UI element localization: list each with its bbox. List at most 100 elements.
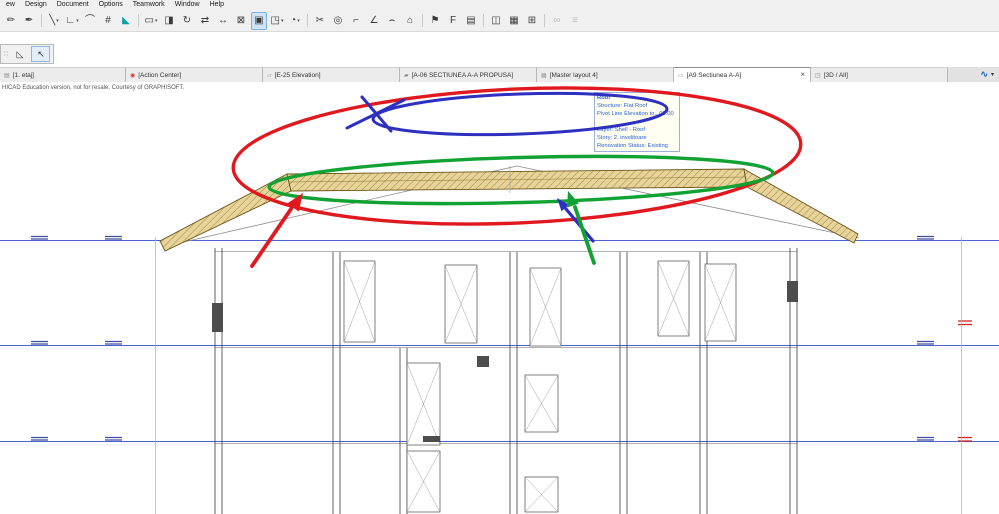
tab-3d-all[interactable]: ◳ [3D / All] <box>811 67 948 82</box>
pen-tool[interactable]: ✒ <box>21 12 37 30</box>
fillet-tool-icon: ⌢ <box>388 14 396 26</box>
story-tool[interactable]: ▤ <box>463 12 479 30</box>
label-tool-icon: F <box>449 14 457 26</box>
arch-tool-icon: ⌂ <box>406 14 414 26</box>
tab-master-layout-4[interactable]: ▦ [Master layout 4] <box>537 67 674 82</box>
tab-controls: ∿ ▾ <box>975 67 999 82</box>
toolbar-drag-handle[interactable]: ∷ <box>4 50 8 58</box>
arc-tool-icon: ⌒ <box>85 14 95 26</box>
selection-frame-tool-icon: ▣ <box>254 14 264 26</box>
grid-snap-tool[interactable]: # <box>100 12 116 30</box>
tab-document-icon: ◉ <box>130 72 136 79</box>
menu-document[interactable]: Document <box>52 0 94 10</box>
origin-tool[interactable]: ◺ <box>10 46 30 62</box>
dropdown-arrow-icon: ▾ <box>76 17 79 24</box>
morph-tool[interactable]: ◳ ▾ <box>269 12 285 30</box>
layout-tool-icon: ▦ <box>509 14 519 26</box>
tab-1-etaj[interactable]: ▤ [1. etaj] <box>0 67 126 82</box>
window-tool[interactable]: ◫ <box>488 12 504 30</box>
window <box>406 362 441 446</box>
tab-a9-sectiunea-a-a[interactable]: ▭ [A9 Sectiunea A-A] × <box>674 67 811 82</box>
window <box>529 267 562 347</box>
label-tool[interactable]: F <box>445 12 461 30</box>
roof-slab <box>286 168 748 192</box>
menu-ew[interactable]: ew <box>1 0 20 10</box>
arrow-tool[interactable]: ↖ <box>31 46 51 62</box>
tab-e-25-elevation[interactable]: ▱ [E-25 Elevation] <box>263 67 400 82</box>
menu-design[interactable]: Design <box>20 0 52 10</box>
circle-tool[interactable]: ◔ ▾ <box>287 12 303 30</box>
menu-teamwork[interactable]: Teamwork <box>128 0 170 10</box>
trim-tool[interactable]: ⊠ <box>233 12 249 30</box>
windows <box>343 260 737 513</box>
mirror-tool[interactable]: ⇄ <box>197 12 213 30</box>
dropdown-arrow-icon: ▾ <box>297 17 300 24</box>
lock-tool-icon: ◨ <box>164 14 174 26</box>
angle-tool-icon: ∠ <box>369 14 379 26</box>
marquee-tool-icon: ▭ <box>144 14 154 26</box>
window <box>444 264 478 344</box>
wall-detail <box>423 436 440 442</box>
polyline-tool[interactable]: ∟ ▾ <box>64 12 80 30</box>
window-tool-icon: ◫ <box>491 14 501 26</box>
section-view-svg <box>0 86 999 514</box>
story-tool-icon: ▤ <box>466 14 476 26</box>
split-tool[interactable]: ✂ <box>312 12 328 30</box>
menubar: ew Design Document Options Teamwork Window Hel… <box>0 0 999 10</box>
tab-label: [A9 Sectiunea A-A] <box>686 71 742 79</box>
zoom-tool-icon: ◎ <box>333 14 343 26</box>
window <box>657 260 690 337</box>
drawing-canvas[interactable]: HICAD Education version, not for resale.… <box>0 82 999 514</box>
options-tool-icon: ≡ <box>572 14 578 26</box>
menu-window[interactable]: Window <box>170 0 205 10</box>
zoom-tool[interactable]: ◎ <box>330 12 346 30</box>
section-drawing <box>0 165 999 514</box>
menu-options[interactable]: Options <box>94 0 128 10</box>
tabs-container: ▤ [1. etaj] ◉ [Action Center] ▱ [E-25 Elevati… <box>0 67 948 82</box>
rotate-tool[interactable]: ↻ <box>179 12 195 30</box>
fillet-tool[interactable]: ⌢ <box>384 12 400 30</box>
brush-tool[interactable]: ✏ <box>3 12 19 30</box>
circle-tool-icon: ◔ <box>290 14 297 26</box>
corner-tool-icon: ⌐ <box>353 14 359 26</box>
toolbar-separator <box>422 14 423 27</box>
menu-help[interactable]: Help <box>205 0 229 10</box>
tab-list-dropdown-icon[interactable]: ▾ <box>991 71 994 78</box>
arch-tool[interactable]: ⌂ <box>402 12 418 30</box>
line-tool[interactable]: ╲ ▾ <box>46 12 62 30</box>
main-toolbar: ✏ ✒ ╲ ▾ ∟ ▾ ⌒ # ◣ ▭ ▾ ◨ ↻ ⇄ ↔ ⊠ ▣ ◳ ▾ ◔ ▾ ✂ ◎ ⌐ ∠ ⌢ ⌂ ⚑ F ▤ ◫ ▦ ⊞ ∞ ≡ <box>0 10 999 32</box>
dropdown-arrow-icon: ▾ <box>56 17 59 24</box>
gravity-tool-icon: ◣ <box>122 14 130 26</box>
split-tool-icon: ✂ <box>315 14 325 26</box>
line-tool-icon: ╲ <box>49 14 56 26</box>
gravity-tool[interactable]: ◣ <box>118 12 134 30</box>
marquee-tool[interactable]: ▭ ▾ <box>143 12 159 30</box>
grid-tool[interactable]: ⊞ <box>524 12 540 30</box>
dropdown-arrow-icon: ▾ <box>154 17 158 24</box>
mirror-tool-icon: ⇄ <box>200 14 210 26</box>
tab-document-icon: ▱ <box>267 72 272 79</box>
tab-label: [Master layout 4] <box>549 71 598 79</box>
flag-tool[interactable]: ⚑ <box>427 12 443 30</box>
navigator-flick-icon[interactable]: ∿ <box>980 70 988 79</box>
tab-action-center[interactable]: ◉ [Action Center] <box>126 67 263 82</box>
toolbar-separator <box>544 14 545 27</box>
close-tab-button[interactable]: × <box>799 71 806 79</box>
origin-tool-icon: ◺ <box>16 48 24 59</box>
arc-tool[interactable]: ⌒ <box>82 12 98 30</box>
tab-label: [A-06 SECTIUNEA A-A PROPUSA] <box>411 71 514 79</box>
window <box>524 374 559 433</box>
layout-tool[interactable]: ▦ <box>506 12 522 30</box>
lock-tool[interactable]: ◨ <box>161 12 177 30</box>
angle-tool[interactable]: ∠ <box>366 12 382 30</box>
corner-tool[interactable]: ⌐ <box>348 12 364 30</box>
tab-label: [E-25 Elevation] <box>274 71 321 79</box>
level-markers <box>31 235 934 441</box>
selection-frame-tool[interactable]: ▣ <box>251 11 267 30</box>
flag-tool-icon: ⚑ <box>430 14 440 26</box>
move-tool[interactable]: ↔ <box>215 12 231 30</box>
tab-a-06-sectiunea-a-a-propusa[interactable]: ▰ [A-06 SECTIUNEA A-A PROPUSA] <box>400 67 537 82</box>
tab-document-icon: ▤ <box>4 72 10 79</box>
tab-bar: ▤ [1. etaj] ◉ [Action Center] ▱ [E-25 Elevati… <box>0 67 999 83</box>
toolbar-separator <box>307 14 308 27</box>
